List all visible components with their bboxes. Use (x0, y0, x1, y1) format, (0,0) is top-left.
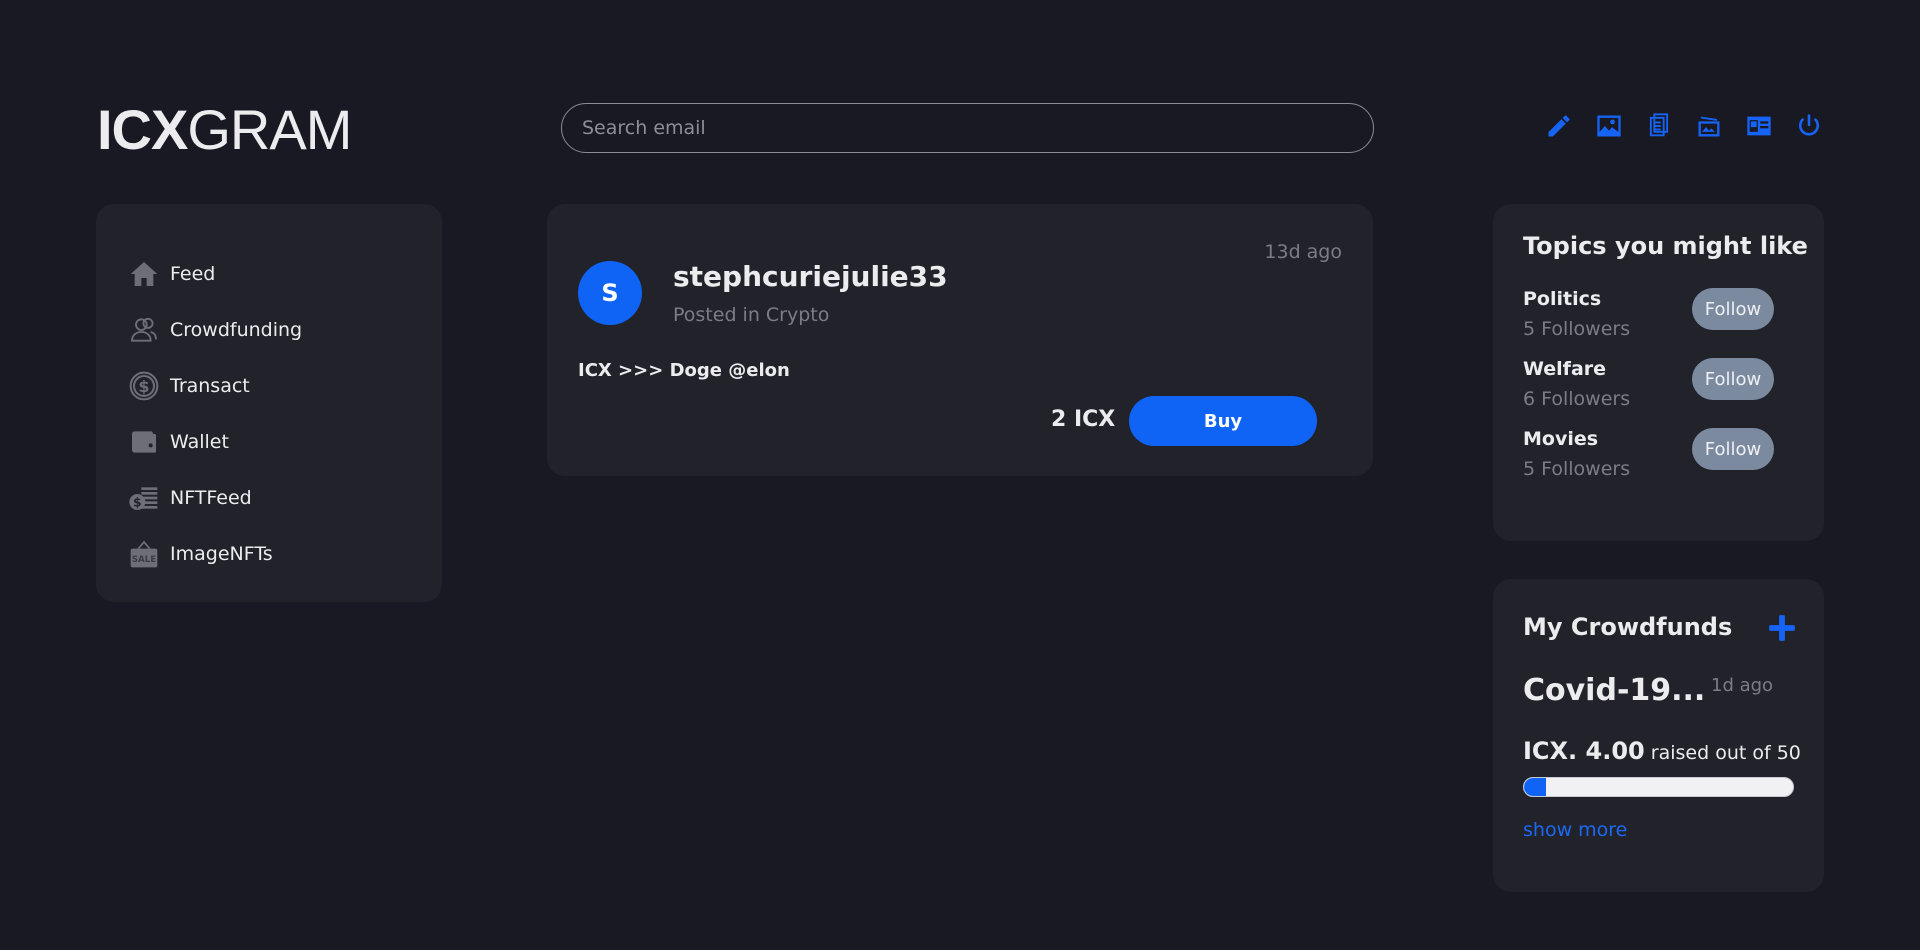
topics-card: Topics you might like Politics 5 Followe… (1493, 204, 1824, 541)
sale-sign-icon: SALE (128, 538, 160, 570)
dollar-coin-icon: $ (128, 370, 160, 402)
show-more-link[interactable]: show more (1523, 819, 1627, 841)
sidebar-item-label: Feed (170, 263, 216, 285)
crowdfund-name[interactable]: Covid-19... (1523, 673, 1705, 708)
topic-row: Welfare 6 Followers Follow (1523, 358, 1824, 428)
progress-fill (1524, 778, 1546, 796)
topic-followers: 5 Followers (1523, 458, 1631, 480)
post-timestamp: 13d ago (1264, 241, 1342, 263)
topic-followers: 6 Followers (1523, 388, 1631, 410)
post-username[interactable]: stephcuriejulie33 (673, 260, 948, 293)
sidebar-item-crowdfunding[interactable]: Crowdfunding (128, 302, 442, 358)
sidebar-item-label: NFTFeed (170, 487, 252, 509)
id-card-icon[interactable] (1745, 112, 1773, 140)
sidebar-item-label: Transact (170, 375, 250, 397)
topics-title: Topics you might like (1523, 232, 1808, 260)
documents-icon[interactable] (1645, 112, 1673, 140)
topic-name: Welfare (1523, 358, 1607, 380)
post-body: ICX >>> Doge @elon (578, 360, 790, 381)
sidebar-item-feed[interactable]: Feed (128, 246, 442, 302)
topic-row: Politics 5 Followers Follow (1523, 288, 1824, 358)
search-input[interactable] (561, 103, 1374, 153)
edit-icon[interactable] (1545, 112, 1573, 140)
follow-button[interactable]: Follow (1692, 288, 1774, 330)
topic-name: Movies (1523, 428, 1599, 450)
image-icon[interactable] (1595, 112, 1623, 140)
wallet-icon (128, 426, 160, 458)
crowdfund-goal-text: raised out of 50 (1644, 742, 1801, 764)
topic-row: Movies 5 Followers Follow (1523, 428, 1824, 498)
logo-bold-text: ICX (97, 98, 188, 161)
sidebar-item-label: ImageNFTs (170, 543, 273, 565)
buy-button[interactable]: Buy (1129, 396, 1317, 446)
follow-button[interactable]: Follow (1692, 358, 1774, 400)
avatar[interactable]: S (578, 261, 642, 325)
crowdfund-timestamp: 1d ago (1711, 675, 1774, 696)
power-icon[interactable] (1795, 112, 1823, 140)
sidebar-item-label: Wallet (170, 431, 229, 453)
topic-followers: 5 Followers (1523, 318, 1631, 340)
svg-text:SALE: SALE (132, 555, 156, 565)
feed-post: S stephcuriejulie33 Posted in Crypto 13d… (547, 204, 1373, 476)
svg-text:$: $ (138, 377, 149, 396)
sidebar-nav: Feed Crowdfunding $ Transact Wallet $ NF… (96, 204, 442, 602)
logo-light-text: GRAM (187, 98, 352, 161)
post-price: 2 ICX (1051, 407, 1116, 432)
top-toolbar (1545, 112, 1823, 140)
crowdfunds-title: My Crowdfunds (1523, 613, 1733, 641)
app-logo[interactable]: ICXGRAM (97, 97, 352, 163)
photo-album-icon[interactable] (1695, 112, 1723, 140)
add-crowdfund-button[interactable] (1768, 614, 1796, 642)
sidebar-item-imagenfts[interactable]: SALE ImageNFTs (128, 526, 442, 582)
plus-icon (1769, 615, 1795, 641)
crowdfunds-card: My Crowdfunds Covid-19... 1d ago ICX. 4.… (1493, 579, 1824, 892)
post-category: Posted in Crypto (673, 304, 830, 326)
crowdfund-raised: ICX. 4.00 raised out of 50 (1523, 737, 1801, 765)
topic-name: Politics (1523, 288, 1602, 310)
home-icon (128, 258, 160, 290)
sidebar-item-wallet[interactable]: Wallet (128, 414, 442, 470)
sidebar-item-nftfeed[interactable]: $ NFTFeed (128, 470, 442, 526)
sidebar-item-label: Crowdfunding (170, 319, 303, 341)
follow-button[interactable]: Follow (1692, 428, 1774, 470)
crowdfund-progress-bar (1523, 777, 1794, 797)
svg-text:$: $ (133, 496, 141, 510)
people-icon (128, 314, 160, 346)
crowdfund-amount: ICX. 4.00 (1523, 737, 1645, 765)
sidebar-item-transact[interactable]: $ Transact (128, 358, 442, 414)
coins-stack-icon: $ (128, 482, 160, 514)
